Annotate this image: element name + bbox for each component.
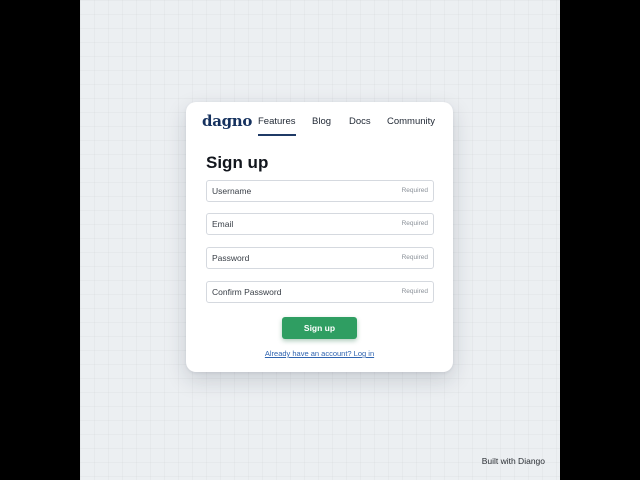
username-required-hint: Required [401, 187, 428, 194]
signup-card: dagno Features Blog Docs Community Sign … [186, 102, 453, 372]
password-required-hint: Required [401, 254, 428, 261]
nav-link-community[interactable]: Community [387, 116, 435, 127]
nav-link-docs[interactable]: Docs [349, 116, 371, 127]
password-field[interactable]: Password Required [206, 247, 434, 269]
nav-link-features[interactable]: Features [258, 116, 296, 136]
email-field[interactable]: Email Required [206, 213, 434, 235]
username-placeholder: Username [212, 186, 252, 196]
email-required-hint: Required [401, 220, 428, 227]
page-background: dagno Features Blog Docs Community Sign … [80, 0, 560, 480]
email-placeholder: Email [212, 219, 234, 229]
confirm-password-field[interactable]: Confirm Password Required [206, 281, 434, 303]
sign-up-button[interactable]: Sign up [282, 317, 357, 339]
nav-link-blog[interactable]: Blog [312, 116, 331, 127]
built-with-label: Built with Diango [481, 456, 545, 466]
logo[interactable]: dagno [202, 112, 252, 130]
username-field[interactable]: Username Required [206, 180, 434, 202]
page-title: Sign up [206, 153, 269, 172]
top-nav: dagno Features Blog Docs Community [186, 102, 453, 138]
confirm-password-required-hint: Required [401, 288, 428, 295]
confirm-password-placeholder: Confirm Password [212, 287, 282, 297]
password-placeholder: Password [212, 253, 250, 263]
login-link[interactable]: Already have an account? Log in [186, 349, 453, 358]
